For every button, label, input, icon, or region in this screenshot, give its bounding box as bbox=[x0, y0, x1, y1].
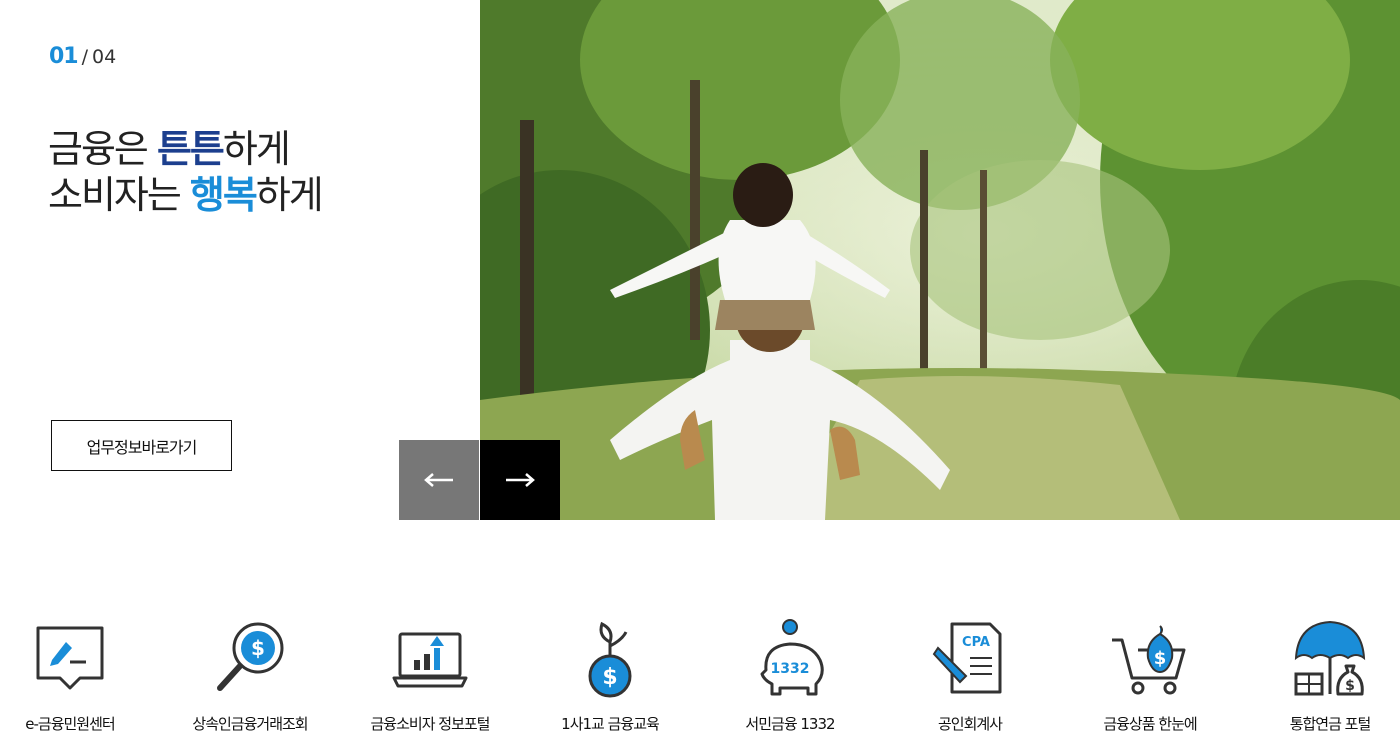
quick-link-pension-portal[interactable]: $ 통합연금 포털 bbox=[1240, 600, 1400, 733]
svg-text:$: $ bbox=[602, 665, 617, 690]
headline-line1-b: 하게 bbox=[222, 127, 291, 171]
quick-link-e-complaint[interactable]: e-금융민원센터 bbox=[0, 600, 160, 733]
svg-text:$: $ bbox=[251, 636, 265, 660]
headline-line2-b: 하게 bbox=[255, 173, 324, 217]
slide-counter-current: 01 bbox=[49, 44, 79, 69]
piggy-bank-icon: 1332 bbox=[760, 619, 824, 696]
business-info-button[interactable]: 업무정보바로가기 bbox=[51, 420, 232, 471]
headline-line2-a: 소비자는 bbox=[48, 173, 190, 217]
cpa-badge: CPA bbox=[962, 635, 990, 650]
laptop-chart-icon bbox=[392, 632, 468, 688]
quick-link-inheritance-search[interactable]: $ 상속인금융거래조회 bbox=[160, 600, 340, 733]
magnifier-dollar-icon: $ bbox=[217, 622, 284, 691]
quick-links: e-금융민원센터 $ 상속인금융거래조회 금융소비자 정보포털 $ 1사1교 금… bbox=[0, 600, 1400, 733]
slide-counter-separator: / bbox=[81, 46, 89, 68]
hero-photo-illustration bbox=[480, 0, 1400, 520]
chat-edit-icon bbox=[36, 626, 104, 690]
svg-text:$: $ bbox=[1345, 678, 1355, 694]
prev-slide-button[interactable] bbox=[399, 440, 479, 520]
cpa-document-icon: CPA bbox=[932, 622, 1002, 694]
headline-line1-a: 금융은 bbox=[48, 127, 157, 171]
headline-line1-emphasis: 튼튼 bbox=[156, 127, 225, 171]
next-slide-button[interactable] bbox=[480, 440, 560, 520]
quick-link-seomin-1332[interactable]: 1332 서민금융 1332 bbox=[700, 600, 880, 733]
hero-photo bbox=[480, 0, 1400, 520]
hero-headline: 금융은 튼튼하게 소비자는 행복하게 bbox=[48, 126, 324, 218]
headline-line2-emphasis: 행복 bbox=[189, 173, 258, 217]
svg-text:$: $ bbox=[1154, 648, 1167, 669]
piggy-bank-badge: 1332 bbox=[771, 661, 810, 677]
quick-link-product-compare[interactable]: $ 금융상품 한눈에 bbox=[1060, 600, 1240, 733]
quick-link-consumer-portal[interactable]: 금융소비자 정보포털 bbox=[340, 600, 520, 733]
quick-link-finance-education[interactable]: $ 1사1교 금융교육 bbox=[520, 600, 700, 733]
slide-counter: 01/04 bbox=[49, 44, 116, 69]
arrow-right-icon bbox=[506, 473, 535, 487]
cart-money-icon: $ bbox=[1112, 625, 1186, 695]
quick-link-cpa[interactable]: CPA 공인회계사 bbox=[880, 600, 1060, 733]
slide-counter-total: 04 bbox=[92, 46, 117, 68]
arrow-left-icon bbox=[424, 473, 453, 487]
umbrella-money-icon: $ bbox=[1294, 620, 1366, 696]
sprout-coin-icon: $ bbox=[588, 621, 632, 698]
